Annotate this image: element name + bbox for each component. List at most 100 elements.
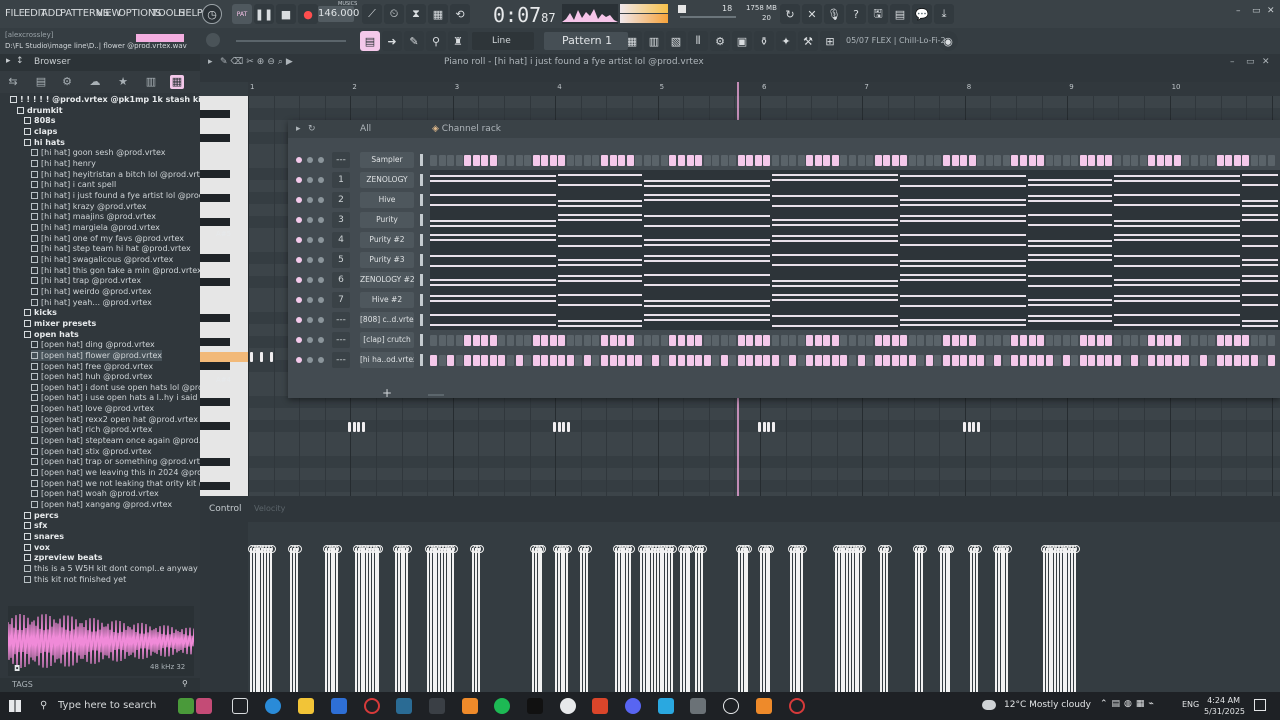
step-button[interactable] [720,155,728,166]
channel-mini-roll[interactable] [430,170,1280,190]
save-icon[interactable]: 🖫 [868,4,888,24]
velocity-bar[interactable] [615,545,624,692]
step-button[interactable] [729,155,737,166]
pan-knob[interactable] [307,317,313,323]
cloud-icon[interactable]: ☁ [88,75,102,89]
windows-start-icon[interactable] [9,700,21,712]
countdown-icon[interactable]: ⧗ [406,4,426,24]
step-button[interactable] [1028,355,1036,366]
step-button[interactable] [780,355,788,366]
step-button[interactable] [1045,155,1053,166]
channel-name-button[interactable]: Sampler [360,152,414,168]
black-key[interactable] [200,398,230,406]
control-label[interactable]: Control [209,504,242,514]
star-icon[interactable]: ★ [116,75,130,89]
step-button[interactable] [635,355,643,366]
volume-knob[interactable] [318,297,324,303]
velocity-bar[interactable] [973,545,982,692]
velocity-bar[interactable] [369,545,378,692]
step-button[interactable] [797,155,805,166]
mute-led[interactable] [296,277,302,283]
channel-row[interactable]: 5 Purity #3 [288,250,1280,270]
step-button[interactable] [883,355,891,366]
velocity-bar[interactable] [364,545,373,692]
step-button[interactable] [994,155,1002,166]
volume-knob[interactable] [318,217,324,223]
pan-knob[interactable] [307,197,313,203]
volume-knob[interactable] [318,237,324,243]
channel-row[interactable]: --- [808] c..d.vrtex [288,310,1280,330]
step-button[interactable] [1131,335,1139,346]
step-button[interactable] [1148,335,1156,346]
step-button[interactable] [977,155,985,166]
sample-file-item[interactable]: [hi hat] krazy @prod.vrtex [31,201,146,212]
channel-select-indicator[interactable] [420,214,423,226]
velocity-bar[interactable] [763,545,772,692]
step-button[interactable] [575,335,583,346]
channel-mini-roll[interactable] [430,190,1280,210]
master-volume-knob[interactable] [678,5,686,13]
step-button[interactable] [857,335,865,346]
step-button[interactable] [985,155,993,166]
channel-row[interactable]: 6 ZENOLOGY #2 [288,270,1280,290]
step-button[interactable] [934,335,942,346]
note[interactable] [250,352,253,362]
sample-file-item[interactable]: [hi hat] goon sesh @prod.vrtex [31,147,165,158]
note[interactable] [357,422,360,432]
main-volume-knob[interactable] [206,33,220,47]
velocity-bar[interactable] [472,545,481,692]
step-button[interactable] [780,335,788,346]
collapse-icon[interactable]: ⇆ [6,75,20,89]
velocity-bar[interactable] [264,545,273,692]
step-button[interactable] [1156,355,1164,366]
hint-icon[interactable]: ◷ [202,4,222,24]
step-button[interactable] [558,355,566,366]
velocity-bar[interactable] [427,545,436,692]
step-button[interactable] [737,355,745,366]
step-button[interactable] [626,355,634,366]
plugins-icon[interactable]: ⚙ [60,75,74,89]
sample-file-item[interactable]: [open hat] free @prod.vrtex [31,361,153,372]
velocity-bar[interactable] [441,545,450,692]
chat-icon[interactable]: 💬 [912,4,932,24]
step-button[interactable] [977,355,985,366]
velocity-bar[interactable] [1066,545,1075,692]
mute-led[interactable] [296,157,302,163]
pan-knob[interactable] [307,277,313,283]
step-button[interactable] [1105,355,1113,366]
velocity-bar[interactable] [788,545,796,692]
step-button[interactable] [524,155,532,166]
velocity-bar[interactable] [652,545,660,692]
channel-mini-roll[interactable] [430,290,1280,310]
sample-file-item[interactable]: [hi hat] margiela @prod.vrtex [31,222,160,233]
folder-item[interactable]: drumkit [17,105,63,116]
black-key[interactable] [200,362,230,370]
step-button[interactable] [1156,335,1164,346]
step-button[interactable] [1259,155,1267,166]
step-button[interactable] [1114,355,1121,366]
channel-row[interactable]: 2 Hive [288,190,1280,210]
channel-select-indicator[interactable] [420,274,423,286]
channel-row[interactable]: --- Sampler [288,150,1280,170]
step-button[interactable] [660,155,668,166]
channel-name-button[interactable]: Purity #3 [360,252,414,268]
arrow-icon[interactable]: ➜ [382,31,402,51]
velocity-bar[interactable] [1052,545,1061,692]
step-button[interactable] [1079,155,1087,166]
step-button[interactable] [866,355,874,366]
step-button[interactable] [1131,155,1139,166]
step-button[interactable] [669,155,677,166]
step-button[interactable] [1233,335,1241,346]
step-button[interactable] [1105,335,1113,346]
step-button[interactable] [797,335,805,346]
step-button[interactable] [746,155,754,166]
browser-back-icon[interactable]: ↕ [16,56,24,66]
main-pitch-slider[interactable] [236,40,346,42]
step-button[interactable] [481,355,489,366]
mute-led[interactable] [296,177,302,183]
step-button[interactable] [455,335,463,346]
mute-led[interactable] [296,297,302,303]
mute-led[interactable] [296,357,302,363]
step-button[interactable] [1267,335,1275,346]
velocity-bar[interactable] [686,545,695,692]
